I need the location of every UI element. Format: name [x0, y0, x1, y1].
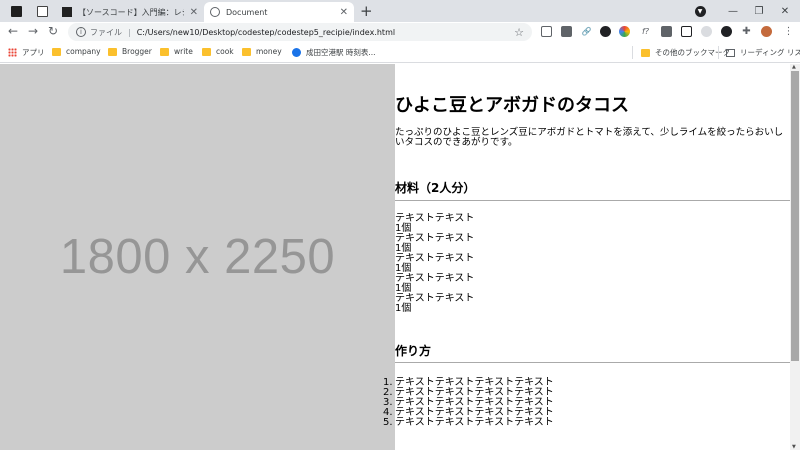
kebab-menu-icon[interactable]: ⋮	[783, 26, 794, 37]
tab-title: Document	[226, 7, 268, 17]
extension-icon[interactable]	[721, 26, 732, 37]
camera-icon[interactable]	[541, 26, 552, 37]
divider: |	[128, 27, 131, 37]
intro-text: たっぷりのひよこ豆とレンズ豆にアボガドとトマトを添えて、少しライムを絞ったらおい…	[395, 127, 784, 148]
steps-list: 1. テキストテキストテキストテキスト 2. テキストテキストテキストテキスト 3.…	[383, 378, 554, 428]
scheme-label: ファイル	[90, 27, 122, 37]
reading-list-icon	[726, 48, 735, 57]
extension-icon[interactable]	[600, 26, 611, 37]
close-window-button[interactable]: ✕	[772, 0, 798, 22]
scrollbar-thumb[interactable]	[791, 71, 799, 361]
steps-heading: 作り方	[395, 344, 432, 358]
ingredients-heading: 材料（2人分）	[395, 181, 476, 195]
site-favicon-icon	[292, 48, 301, 57]
restore-button[interactable]: ❐	[746, 0, 772, 22]
extension-icon[interactable]	[701, 26, 712, 37]
step-text: テキストテキストテキストテキスト	[395, 417, 554, 428]
bookmark-brogger[interactable]: Brogger	[108, 47, 152, 56]
bookmark-write[interactable]: write	[160, 47, 193, 56]
bookmark-label: money	[256, 47, 282, 56]
bookmark-label: 成田空港駅 時刻表...	[306, 48, 376, 57]
minimize-button[interactable]: —	[720, 0, 746, 22]
divider	[632, 46, 633, 59]
avatar[interactable]	[761, 26, 772, 37]
bookmark-apps[interactable]: アプリ	[8, 47, 45, 58]
recipe-image-placeholder: 1800 x 2250	[0, 64, 395, 450]
scroll-up-icon[interactable]: ▲	[792, 64, 796, 70]
notion-icon[interactable]	[681, 26, 692, 37]
folder-icon	[108, 47, 117, 56]
address-bar[interactable]: i ファイル | C:/Users/new10/Desktop/codestep…	[68, 23, 532, 41]
step-number: 5.	[383, 417, 393, 428]
tab-document[interactable]: Document ✕	[204, 2, 354, 22]
browser-toolbar: ← → ↻ i ファイル | C:/Users/new10/Desktop/co…	[0, 22, 800, 42]
bookmark-label: cook	[216, 47, 234, 56]
tab-title: 【ソースコード】入門編：レシピサイト…	[78, 7, 184, 17]
scroll-down-icon[interactable]: ▼	[792, 444, 796, 450]
bookmark-star-icon[interactable]: ☆	[514, 26, 524, 39]
tab-search-button[interactable]: ▼	[692, 0, 708, 22]
reading-list[interactable]: リーディング リスト	[726, 47, 800, 58]
bookmark-company[interactable]: company	[52, 47, 101, 56]
bookmark-label: アプリ	[22, 48, 45, 57]
divider	[718, 46, 719, 59]
page-viewport: 1800 x 2250 ひよこ豆とアボガドのタコス たっぷりのひよこ豆とレンズ豆…	[0, 64, 800, 450]
ingredient-qty: 1個	[395, 303, 412, 314]
folder-icon	[160, 47, 169, 56]
back-button[interactable]: ←	[8, 24, 18, 38]
ingredients-list: テキストテキスト 1個 テキストテキスト 1個 テキストテキスト 1個 テキスト…	[395, 214, 474, 314]
info-icon[interactable]: i	[76, 27, 86, 37]
extension-icon[interactable]	[561, 26, 572, 37]
url-text[interactable]: C:/Users/new10/Desktop/codestep/codestep…	[137, 28, 395, 37]
forward-button[interactable]: →	[28, 24, 38, 38]
link-icon[interactable]: 🔗	[581, 26, 592, 37]
bookmarks-bar: アプリ company Brogger write cook money 成田空…	[0, 42, 800, 63]
bookmark-money[interactable]: money	[242, 47, 282, 56]
divider	[395, 200, 790, 201]
tab-recipe-source[interactable]: 【ソースコード】入門編：レシピサイト… ✕	[56, 2, 204, 22]
globe-icon	[210, 7, 220, 17]
bookmark-label: リーディング リスト	[740, 48, 800, 57]
app-icon	[10, 5, 22, 17]
apps-grid-icon	[8, 48, 17, 57]
list-item: 5. テキストテキストテキストテキスト	[383, 417, 554, 428]
color-picker-icon[interactable]	[619, 26, 630, 37]
placeholder-text: 1800 x 2250	[59, 230, 336, 284]
extension-icon[interactable]	[661, 26, 672, 37]
close-tab-icon[interactable]: ✕	[340, 7, 348, 18]
new-tab-button[interactable]: +	[360, 2, 373, 20]
bookmark-narita[interactable]: 成田空港駅 時刻表...	[292, 47, 376, 58]
folder-icon	[242, 47, 251, 56]
page-title: ひよこ豆とアボガドのタコス	[395, 95, 629, 116]
close-tab-icon[interactable]: ✕	[190, 7, 198, 18]
app-icon	[36, 5, 48, 17]
puzzle-icon[interactable]: ✚	[741, 26, 752, 37]
pinned-tab-1[interactable]	[4, 0, 28, 22]
tab-strip: 【ソースコード】入門編：レシピサイト… ✕ Document ✕ + ▼ — ❐…	[0, 0, 800, 22]
reload-button[interactable]: ↻	[48, 24, 58, 38]
bookmark-label: Brogger	[122, 47, 152, 56]
bookmark-cook[interactable]: cook	[202, 47, 234, 56]
other-bookmarks[interactable]: その他のブックマーク	[641, 47, 730, 58]
recipe-content: ひよこ豆とアボガドのタコス たっぷりのひよこ豆とレンズ豆にアボガドとトマトを添え…	[383, 64, 790, 450]
chevron-down-icon: ▼	[694, 5, 706, 17]
folder-icon	[202, 47, 211, 56]
bookmark-label: write	[174, 47, 193, 56]
divider	[395, 362, 790, 363]
folder-icon	[52, 47, 61, 56]
formula-icon[interactable]: f?	[640, 26, 651, 37]
vertical-scrollbar[interactable]: ▲ ▼	[790, 64, 800, 450]
site-favicon-icon	[62, 7, 72, 17]
folder-icon	[641, 48, 650, 57]
pinned-tab-2[interactable]	[30, 0, 54, 22]
bookmark-label: company	[66, 47, 101, 56]
